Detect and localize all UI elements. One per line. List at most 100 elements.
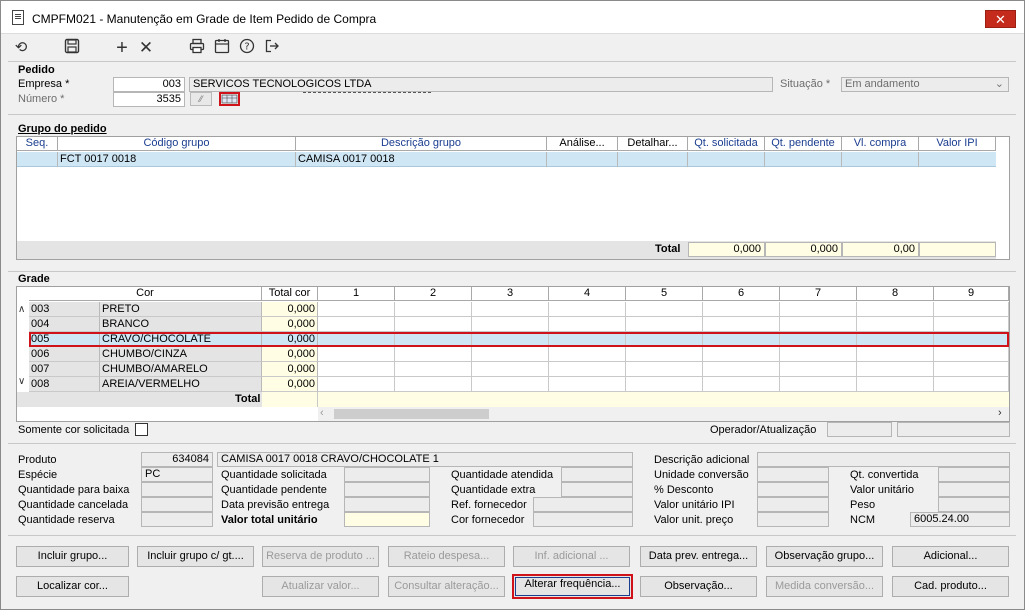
col-total-cor[interactable]: Total cor: [262, 287, 318, 301]
somente-cor-label: Somente cor solicitada: [18, 424, 130, 436]
col-size-7[interactable]: 7: [780, 287, 857, 301]
pct-desconto-field: [757, 482, 829, 497]
grade-size-cell: [318, 332, 395, 347]
total-vl-compra: 0,00: [842, 242, 919, 257]
reserva-produto-button[interactable]: Reserva de produto ...: [262, 546, 379, 567]
empresa-code-field[interactable]: 003: [113, 77, 185, 92]
grade-row[interactable]: 004 BRANCO 0,000: [29, 317, 1009, 332]
scroll-left-icon[interactable]: ‹: [320, 407, 324, 419]
grade-size-cell: [934, 317, 1009, 332]
col-descricao-grupo[interactable]: Descrição grupo: [296, 137, 547, 151]
col-analise[interactable]: Análise...: [547, 137, 618, 151]
col-codigo-grupo[interactable]: Código grupo: [58, 137, 296, 151]
produto-code-field: 634084: [141, 452, 213, 467]
incluir-grupo-gt-button[interactable]: Incluir grupo c/ gt....: [137, 546, 254, 567]
grade-size-cell: [780, 347, 857, 362]
refresh-icon[interactable]: ⟲: [11, 38, 31, 58]
field-underline: [303, 92, 431, 93]
ref-fornecedor-field: [533, 497, 633, 512]
grade-row[interactable]: 008 AREIA/VERMELHO 0,000: [29, 377, 1009, 392]
col-size-2[interactable]: 2: [395, 287, 472, 301]
situacao-label: Situação *: [780, 78, 831, 90]
grade-size-cell: [472, 362, 549, 377]
exit-icon[interactable]: [262, 38, 282, 58]
observacao-grupo-button[interactable]: Observação grupo...: [766, 546, 883, 567]
data-prev-field: [344, 497, 430, 512]
grade-size-cell: [318, 302, 395, 317]
scroll-down-icon[interactable]: ∨: [18, 376, 25, 387]
col-size-9[interactable]: 9: [934, 287, 1009, 301]
grade-cor-code: 003: [29, 302, 100, 317]
scroll-up-icon[interactable]: ∧: [18, 304, 25, 315]
grade-cor-name: CHUMBO/AMARELO: [100, 362, 262, 377]
incluir-grupo-button[interactable]: Incluir grupo...: [16, 546, 129, 567]
col-cor[interactable]: Cor: [29, 287, 262, 301]
grade-size-cell: [934, 362, 1009, 377]
delete-icon[interactable]: ✕: [136, 38, 156, 58]
somente-cor-checkbox[interactable]: [135, 423, 148, 436]
table-row[interactable]: FCT 0017 0018 CAMISA 0017 0018: [17, 152, 996, 167]
add-icon[interactable]: +: [112, 38, 132, 58]
grid-lookup-icon[interactable]: [219, 92, 240, 106]
grade-row[interactable]: 005 CRAVO/CHOCOLATE 0,000: [29, 332, 1009, 347]
grade-row[interactable]: 006 CHUMBO/CINZA 0,000: [29, 347, 1009, 362]
col-vl-compra[interactable]: Vl. compra: [842, 137, 919, 151]
print-icon[interactable]: [187, 38, 207, 58]
valor-total-label: Valor total unitário: [221, 514, 318, 526]
localizar-cor-button[interactable]: Localizar cor...: [16, 576, 129, 597]
medida-conversao-button[interactable]: Medida conversão...: [766, 576, 883, 597]
atualizar-valor-button[interactable]: Atualizar valor...: [262, 576, 379, 597]
calendar-icon[interactable]: [212, 38, 232, 58]
rateio-despesa-button[interactable]: Rateio despesa...: [388, 546, 505, 567]
inf-adicional-button[interactable]: Inf. adicional ...: [513, 546, 630, 567]
qt-pendente-label: Quantidade pendente: [221, 484, 327, 496]
scroll-thumb[interactable]: [334, 409, 489, 419]
col-size-6[interactable]: 6: [703, 287, 780, 301]
col-size-5[interactable]: 5: [626, 287, 703, 301]
grade-size-cell: [626, 362, 703, 377]
qt-baixa-label: Quantidade para baixa: [18, 484, 130, 496]
observacao-button[interactable]: Observação...: [640, 576, 757, 597]
grade-size-cell: [472, 347, 549, 362]
numero-field[interactable]: 3535: [113, 92, 185, 107]
scroll-right-icon[interactable]: ›: [998, 407, 1002, 419]
grade-size-cell: [703, 302, 780, 317]
alterar-frequencia-button[interactable]: Alterar frequência...: [512, 574, 633, 599]
adicional-button[interactable]: Adicional...: [892, 546, 1009, 567]
section-grupo-pedido: Grupo do pedido: [18, 123, 107, 135]
situacao-select[interactable]: Em andamento ⌄: [841, 77, 1009, 92]
cad-produto-button[interactable]: Cad. produto...: [892, 576, 1009, 597]
close-button[interactable]: ✕: [985, 10, 1016, 28]
qt-solicitada-label: Quantidade solicitada: [221, 469, 327, 481]
col-seq[interactable]: Seq.: [17, 137, 58, 151]
col-size-4[interactable]: 4: [549, 287, 626, 301]
save-icon[interactable]: [62, 38, 82, 58]
consultar-alteracao-button[interactable]: Consultar alteração...: [388, 576, 505, 597]
grade-row[interactable]: 007 CHUMBO/AMARELO 0,000: [29, 362, 1009, 377]
grade-row[interactable]: 003 PRETO 0,000: [29, 302, 1009, 317]
grade-size-cell: [318, 317, 395, 332]
col-qt-solicitada[interactable]: Qt. solicitada: [688, 137, 765, 151]
col-size-8[interactable]: 8: [857, 287, 934, 301]
grade-size-cell: [703, 362, 780, 377]
help-icon[interactable]: ?: [237, 38, 257, 58]
col-detalhar[interactable]: Detalhar...: [618, 137, 688, 151]
data-prev-entrega-button[interactable]: Data prev. entrega...: [640, 546, 757, 567]
grade-size-cell: [549, 362, 626, 377]
total-qt-solicitada: 0,000: [688, 242, 765, 257]
unid-conversao-label: Unidade conversão: [654, 469, 749, 481]
horizontal-scrollbar[interactable]: ‹ ›: [318, 407, 1009, 421]
qt-atendida-field: [561, 467, 633, 482]
grade-cor-code: 008: [29, 377, 100, 392]
row-vl-compra: [842, 152, 919, 167]
grade-size-cell: [472, 332, 549, 347]
grade-size-cell: [549, 347, 626, 362]
grade-size-cell: [395, 302, 472, 317]
col-size-1[interactable]: 1: [318, 287, 395, 301]
col-valor-ipi[interactable]: Valor IPI: [919, 137, 996, 151]
search-lookup-icon[interactable]: ⁄⁄: [190, 92, 212, 106]
grade-size-cell: [549, 332, 626, 347]
operador-label: Operador/Atualização: [710, 424, 817, 436]
col-qt-pendente[interactable]: Qt. pendente: [765, 137, 842, 151]
col-size-3[interactable]: 3: [472, 287, 549, 301]
